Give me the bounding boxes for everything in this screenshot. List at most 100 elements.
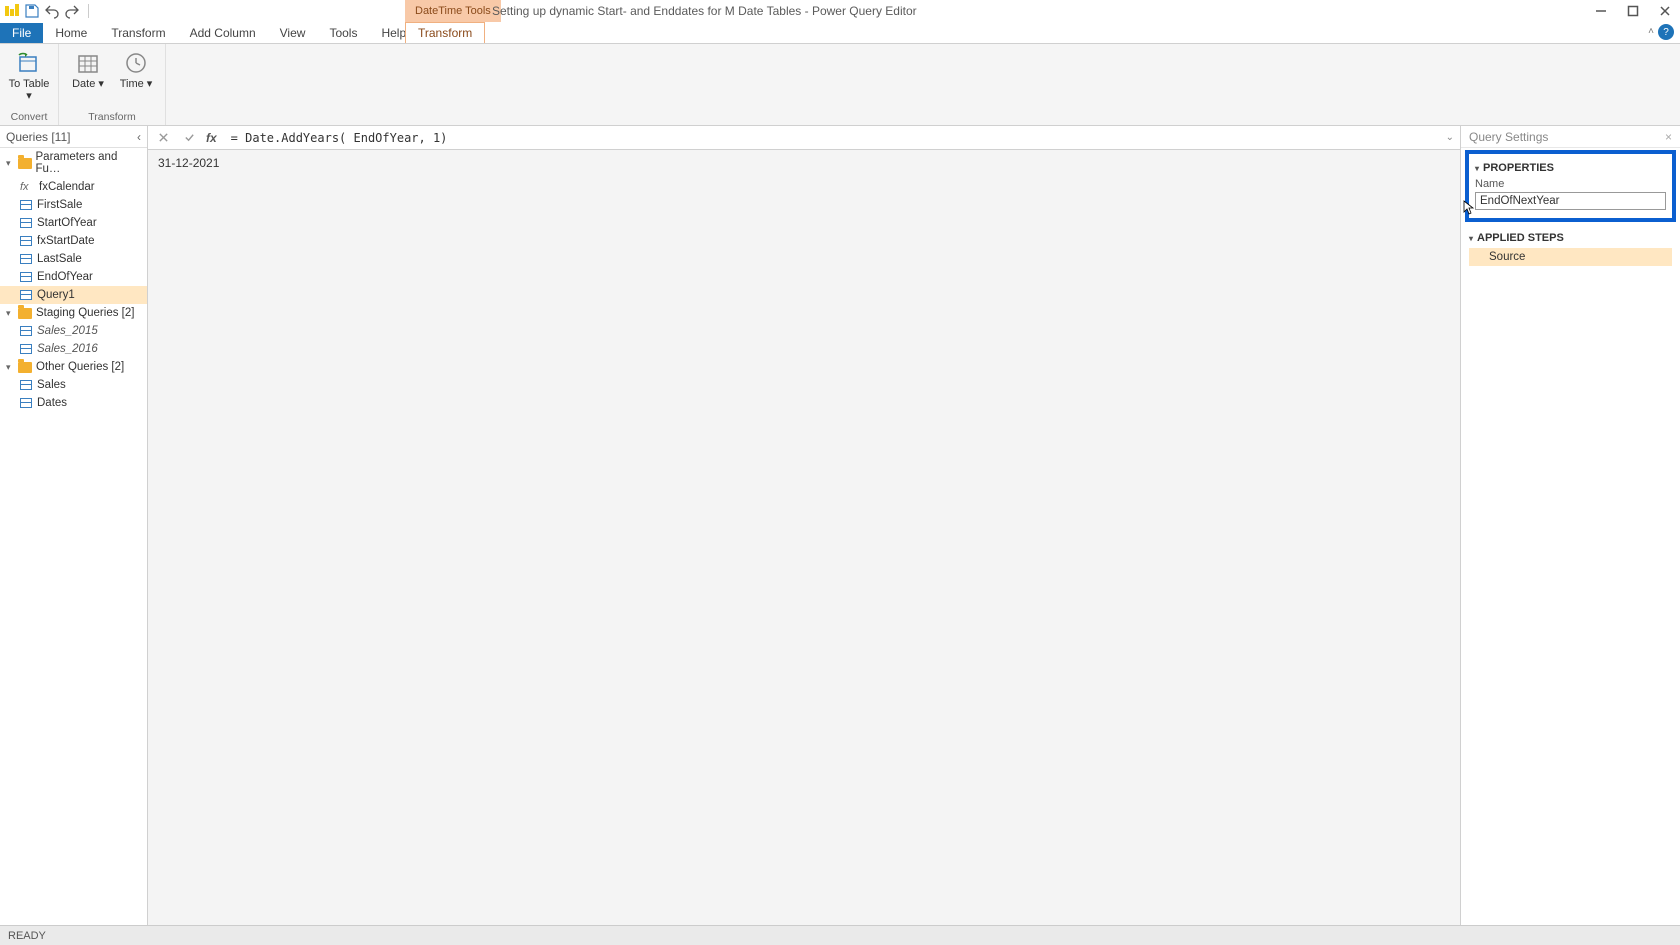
chevron-down-icon: ▾	[1475, 164, 1479, 173]
collapse-ribbon-icon[interactable]: ˄	[1648, 26, 1654, 37]
queries-list: ▾ Parameters and Fu… fx fxCalendar FirstS…	[0, 148, 147, 925]
folder-label: Parameters and Fu…	[36, 151, 143, 175]
query-label: LastSale	[37, 253, 82, 265]
query-label: Sales_2015	[37, 325, 98, 337]
table-icon	[20, 398, 32, 408]
ribbon-group-convert-label: Convert	[11, 111, 48, 123]
query-item[interactable]: Sales	[0, 376, 147, 394]
queries-folder[interactable]: ▾ Parameters and Fu…	[0, 148, 147, 178]
query-settings-pane: Query Settings × ▾ PROPERTIES Name ▾ APP…	[1460, 126, 1680, 925]
folder-icon	[18, 362, 32, 373]
chevron-down-icon: ▾	[1469, 234, 1473, 243]
query-label: Query1	[37, 289, 75, 301]
formula-input[interactable]: = Date.AddYears( EndOfYear, 1)	[225, 131, 1438, 145]
to-table-label: To Table ▾	[8, 78, 50, 102]
status-bar: READY	[0, 925, 1680, 945]
fx-icon: fx	[20, 181, 34, 193]
formula-commit-button[interactable]	[180, 129, 198, 147]
query-settings-title: Query Settings	[1469, 130, 1548, 144]
query-label: Dates	[37, 397, 67, 409]
titlebar: DateTime Tools Setting up dynamic Start-…	[0, 0, 1680, 22]
folder-icon	[18, 158, 32, 169]
queries-pane: Queries [11] ‹ ▾ Parameters and Fu… fxfx…	[0, 126, 148, 925]
applied-step[interactable]: Source	[1469, 248, 1672, 266]
properties-highlight: ▾ PROPERTIES Name	[1465, 150, 1676, 222]
query-item[interactable]: fx fxCalendar	[0, 178, 147, 196]
query-item-selected[interactable]: Query1	[0, 286, 147, 304]
redo-icon[interactable]	[64, 3, 80, 19]
query-item[interactable]: StartOfYear	[0, 214, 147, 232]
close-button[interactable]	[1656, 2, 1674, 20]
clock-icon	[123, 50, 149, 76]
chevron-down-icon: ▾	[6, 158, 14, 169]
save-icon[interactable]	[24, 3, 40, 19]
tab-add-column[interactable]: Add Column	[178, 23, 268, 43]
query-item[interactable]: FirstSale	[0, 196, 147, 214]
folder-icon	[18, 308, 32, 319]
folder-label: Staging Queries [2]	[36, 307, 134, 319]
contextual-tab-label: DateTime Tools	[405, 0, 501, 22]
applied-steps-section: ▾ APPLIED STEPS Source	[1461, 228, 1680, 266]
ribbon-group-transform: Date ▾ Time ▾ Transform	[59, 44, 166, 125]
properties-section-title[interactable]: ▾ PROPERTIES	[1475, 162, 1666, 174]
tab-file[interactable]: File	[0, 23, 43, 43]
cursor-icon	[1463, 200, 1475, 216]
to-table-icon	[16, 50, 42, 76]
folder-label: Other Queries [2]	[36, 361, 124, 373]
ribbon-tabs: File Home Transform Add Column View Tool…	[0, 22, 1680, 44]
tab-tools[interactable]: Tools	[317, 23, 369, 43]
preview-content: 31-12-2021	[148, 150, 1460, 925]
queries-folder[interactable]: ▾ Staging Queries [2]	[0, 304, 147, 322]
help-icon[interactable]: ?	[1658, 24, 1674, 40]
query-name-input[interactable]	[1475, 192, 1666, 210]
chevron-down-icon: ▾	[6, 308, 14, 319]
tab-home[interactable]: Home	[43, 23, 99, 43]
query-label: fxCalendar	[39, 181, 95, 193]
query-item[interactable]: fxStartDate	[0, 232, 147, 250]
table-icon	[20, 236, 32, 246]
fx-icon[interactable]: fx	[206, 131, 217, 145]
qat-divider	[88, 4, 89, 18]
status-text: READY	[8, 930, 46, 942]
formula-cancel-button[interactable]	[154, 129, 172, 147]
date-button[interactable]: Date ▾	[67, 48, 109, 109]
query-label: FirstSale	[37, 199, 82, 211]
formula-bar: fx = Date.AddYears( EndOfYear, 1) ⌄	[148, 126, 1460, 150]
result-value: 31-12-2021	[158, 156, 219, 170]
minimize-button[interactable]	[1592, 2, 1610, 20]
close-pane-icon[interactable]: ×	[1665, 130, 1672, 144]
tab-view[interactable]: View	[268, 23, 318, 43]
query-settings-header: Query Settings ×	[1461, 126, 1680, 148]
app-icon	[4, 3, 20, 19]
formula-expand-icon[interactable]: ⌄	[1446, 132, 1454, 143]
applied-steps-title[interactable]: ▾ APPLIED STEPS	[1469, 232, 1672, 244]
maximize-button[interactable]	[1624, 2, 1642, 20]
table-icon	[20, 254, 32, 264]
table-icon	[20, 272, 32, 282]
query-item[interactable]: LastSale	[0, 250, 147, 268]
table-icon	[20, 290, 32, 300]
query-item[interactable]: Dates	[0, 394, 147, 412]
table-icon	[20, 218, 32, 228]
queries-collapse-icon[interactable]: ‹	[137, 130, 141, 144]
to-table-button[interactable]: To Table ▾	[8, 48, 50, 109]
query-item[interactable]: Sales_2016	[0, 340, 147, 358]
tab-contextual-transform[interactable]: Transform	[405, 22, 485, 43]
query-label: fxStartDate	[37, 235, 95, 247]
queries-title: Queries [11]	[6, 130, 70, 144]
date-label: Date ▾	[72, 78, 104, 90]
query-label: StartOfYear	[37, 217, 97, 229]
query-label: Sales	[37, 379, 66, 391]
tab-transform[interactable]: Transform	[99, 23, 177, 43]
ribbon-group-convert: To Table ▾ Convert	[0, 44, 59, 125]
main-area: Queries [11] ‹ ▾ Parameters and Fu… fxfx…	[0, 126, 1680, 925]
undo-icon[interactable]	[44, 3, 60, 19]
name-field-label: Name	[1475, 178, 1666, 190]
query-item[interactable]: Sales_2015	[0, 322, 147, 340]
queries-folder[interactable]: ▾ Other Queries [2]	[0, 358, 147, 376]
table-icon	[20, 326, 32, 336]
query-label: EndOfYear	[37, 271, 93, 283]
query-item[interactable]: EndOfYear	[0, 268, 147, 286]
preview-area: fx = Date.AddYears( EndOfYear, 1) ⌄ 31-1…	[148, 126, 1460, 925]
time-button[interactable]: Time ▾	[115, 48, 157, 109]
